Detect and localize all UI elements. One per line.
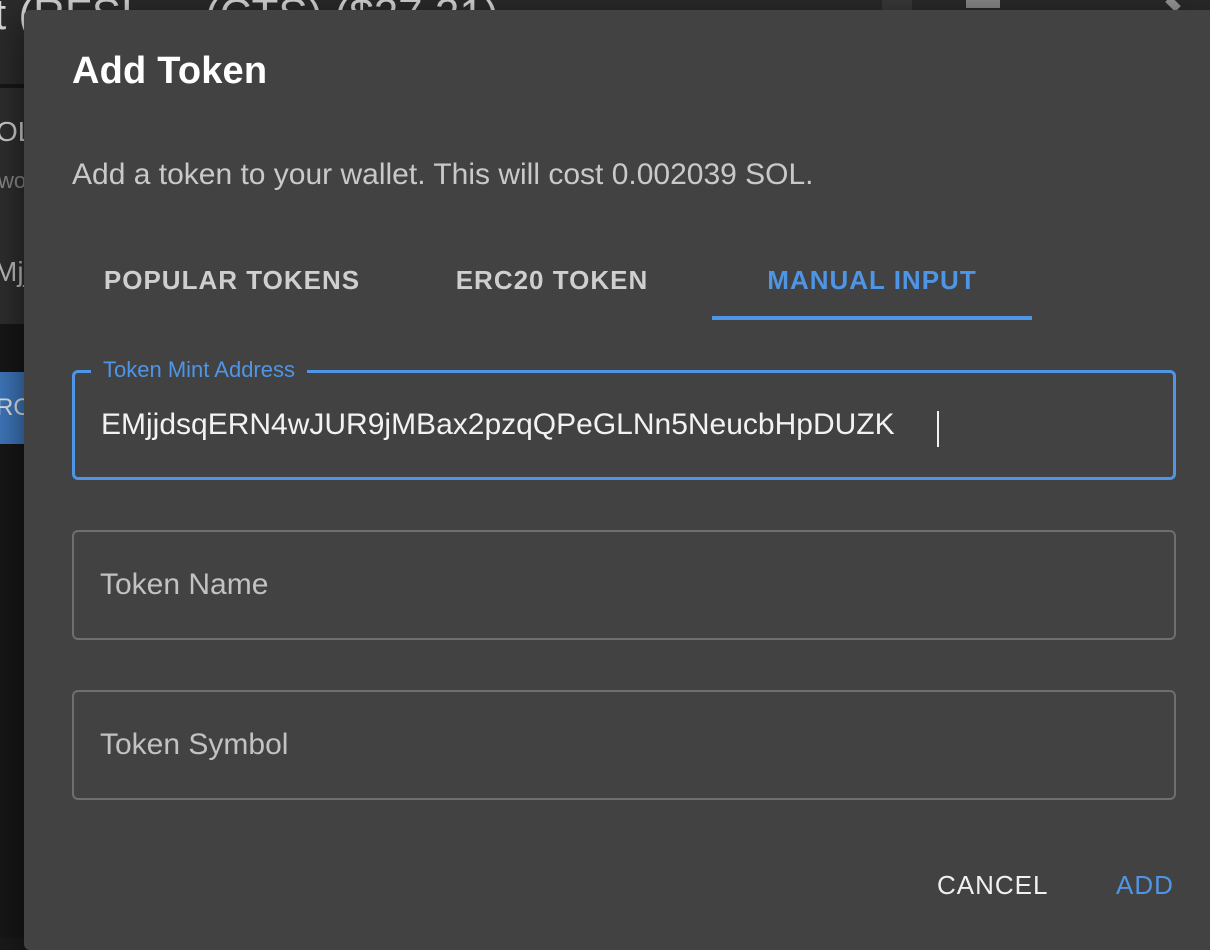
- dialog-title: Add Token: [72, 50, 268, 92]
- add-button[interactable]: ADD: [1116, 870, 1174, 901]
- token-source-tabs: POPULAR TOKENS ERC20 TOKEN MANUAL INPUT: [72, 240, 1176, 320]
- tab-erc20-token[interactable]: ERC20 TOKEN: [392, 240, 712, 320]
- token-symbol-field: [72, 690, 1176, 800]
- dialog-description: Add a token to your wallet. This will co…: [72, 158, 814, 191]
- token-mint-address-field: Token Mint Address: [72, 357, 1176, 480]
- background-toolbar-icon: [966, 0, 1000, 8]
- token-name-input[interactable]: [100, 532, 1140, 638]
- background-panel-subtext: wo: [0, 168, 27, 193]
- token-mint-address-input[interactable]: [101, 373, 1141, 477]
- active-tab-indicator: [712, 316, 1032, 320]
- tab-manual-input[interactable]: MANUAL INPUT: [712, 240, 1032, 320]
- text-cursor: [937, 411, 939, 447]
- add-token-dialog: Add Token Add a token to your wallet. Th…: [24, 10, 1210, 950]
- cancel-button[interactable]: CANCEL: [937, 870, 1048, 901]
- dialog-actions: CANCEL ADD: [24, 860, 1200, 920]
- token-symbol-input[interactable]: [100, 692, 1140, 798]
- tab-popular-tokens[interactable]: POPULAR TOKENS: [72, 240, 392, 320]
- token-name-field: [72, 530, 1176, 640]
